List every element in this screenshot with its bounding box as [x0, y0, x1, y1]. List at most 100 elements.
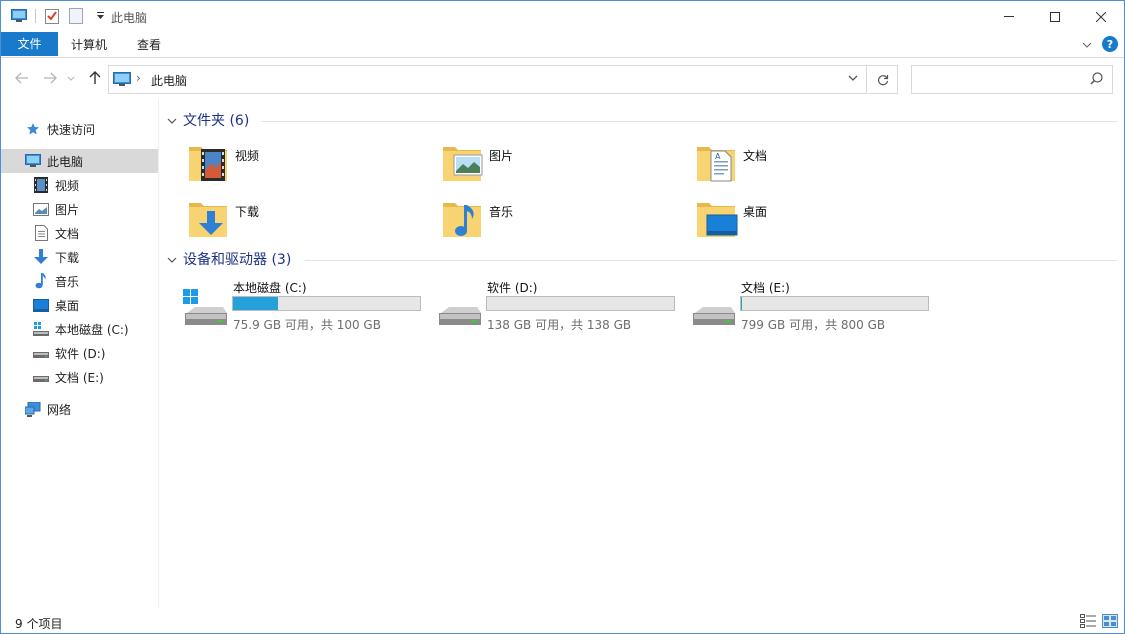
- quick-access-toolbar: [9, 7, 114, 25]
- drive-free-space: 75.9 GB 可用，共 100 GB: [233, 318, 381, 332]
- forward-arrow-icon[interactable]: [41, 69, 59, 87]
- drive-icon: [435, 289, 483, 329]
- music-folder-icon: [441, 197, 485, 241]
- drive-name: 软件 (D:): [487, 281, 538, 295]
- details-view-icon[interactable]: [1080, 614, 1096, 628]
- tab-view[interactable]: 查看: [125, 34, 173, 56]
- refresh-button[interactable]: [868, 65, 898, 94]
- folder-tile-downloads[interactable]: 下载: [163, 197, 413, 247]
- sidebar-item-label: 视频: [55, 178, 80, 193]
- folder-tile-videos[interactable]: 视频: [163, 141, 413, 191]
- drive-free-space: 138 GB 可用，共 138 GB: [487, 318, 632, 332]
- sidebar-item-quick-access[interactable]: 快速访问: [1, 117, 158, 141]
- group-divider: [261, 121, 1117, 122]
- minimize-button[interactable]: [986, 1, 1032, 32]
- drive-icon: [33, 369, 49, 385]
- sidebar-item-pictures[interactable]: 图片: [1, 197, 158, 221]
- sidebar-item-label: 软件 (D:): [55, 346, 106, 361]
- help-icon[interactable]: ?: [1102, 36, 1118, 52]
- folder-name: 文档: [743, 149, 768, 163]
- recent-locations-chevron-icon[interactable]: [65, 69, 77, 87]
- sidebar-item-music[interactable]: 音乐: [1, 269, 158, 293]
- drive-free-space: 799 GB 可用，共 800 GB: [741, 318, 886, 332]
- drive-icon: [33, 345, 49, 361]
- view-switcher: [1080, 614, 1118, 628]
- new-folder-icon[interactable]: [66, 7, 86, 25]
- sidebar-item-desktop[interactable]: 桌面: [1, 293, 158, 317]
- music-icon: [33, 273, 49, 289]
- folder-name: 下载: [235, 205, 260, 219]
- svg-text:A: A: [715, 152, 721, 161]
- tab-file[interactable]: 文件: [1, 32, 58, 56]
- capacity-bar: [740, 296, 929, 311]
- address-bar[interactable]: › 此电脑: [108, 65, 867, 94]
- folder-tile-pictures[interactable]: 图片: [417, 141, 667, 191]
- group-title: 文件夹 (6): [183, 113, 250, 129]
- sidebar-item-label: 此电脑: [47, 154, 84, 169]
- group-header-drives[interactable]: 设备和驱动器 (3): [167, 249, 291, 269]
- windows-drive-icon: [33, 321, 49, 337]
- sidebar-item-label: 图片: [55, 202, 80, 217]
- expand-ribbon-icon[interactable]: [1082, 37, 1092, 51]
- breadcrumb[interactable]: 此电脑: [151, 72, 187, 89]
- navigation-pane: 快速访问 此电脑 视频 图片 文档 下载 音乐 桌面 本地磁盘 (C:) 软件 …: [1, 99, 159, 609]
- sidebar-item-downloads[interactable]: 下载: [1, 245, 158, 269]
- documents-icon: [33, 225, 49, 241]
- folder-name: 桌面: [743, 205, 768, 219]
- group-header-folders[interactable]: 文件夹 (6): [167, 110, 249, 130]
- sidebar-item-drive-d[interactable]: 软件 (D:): [1, 341, 158, 365]
- back-arrow-icon[interactable]: [13, 69, 31, 87]
- drive-name: 文档 (E:): [741, 281, 790, 295]
- large-icons-view-icon[interactable]: [1102, 614, 1118, 628]
- customize-qat-dropdown-icon[interactable]: [90, 7, 110, 25]
- desktop-folder-icon: [695, 197, 739, 241]
- breadcrumb-chevron-icon[interactable]: ›: [136, 71, 141, 85]
- content-area: 文件夹 (6) 视频 图片 A 文档 下载 音乐 桌面 设备和驱动器 (3) 本…: [161, 99, 1123, 609]
- address-dropdown-icon[interactable]: [848, 71, 858, 84]
- explorer-window: 此电脑 文件 计算机 查看 ? › 此电脑 快速访问 此电脑 视频 图片 文档 …: [0, 0, 1125, 634]
- sidebar-item-this-pc[interactable]: 此电脑: [1, 149, 158, 173]
- capacity-bar-fill: [233, 297, 279, 310]
- caption-buttons: [986, 1, 1124, 32]
- sidebar-item-label: 文档: [55, 226, 80, 241]
- properties-icon[interactable]: [42, 7, 62, 25]
- sidebar-item-label: 快速访问: [47, 122, 96, 137]
- sidebar-item-videos[interactable]: 视频: [1, 173, 158, 197]
- tab-computer[interactable]: 计算机: [59, 34, 119, 56]
- collapse-chevron-icon[interactable]: [167, 114, 183, 127]
- drive-tile-c[interactable]: 本地磁盘 (C:) 75.9 GB 可用，共 100 GB: [161, 279, 421, 333]
- video-icon: [33, 177, 49, 193]
- navigation-bar: › 此电脑: [1, 59, 1124, 99]
- sidebar-item-drive-e[interactable]: 文档 (E:): [1, 365, 158, 389]
- network-icon: [25, 401, 41, 417]
- computer-icon[interactable]: [9, 7, 29, 25]
- folder-tile-documents[interactable]: A 文档: [671, 141, 921, 191]
- ribbon-tabs: 文件 计算机 查看 ?: [1, 32, 1124, 58]
- up-arrow-icon[interactable]: [86, 69, 104, 87]
- sidebar-item-network[interactable]: 网络: [1, 397, 158, 421]
- pictures-folder-icon: [441, 141, 485, 185]
- folder-tile-music[interactable]: 音乐: [417, 197, 667, 247]
- computer-icon: [113, 72, 131, 90]
- toolbar-divider: [35, 9, 36, 23]
- ribbon-right-controls: ?: [1082, 36, 1118, 52]
- drive-tile-e[interactable]: 文档 (E:) 799 GB 可用，共 800 GB: [669, 279, 929, 333]
- download-icon: [33, 249, 49, 265]
- close-button[interactable]: [1078, 1, 1124, 32]
- drive-tile-d[interactable]: 软件 (D:) 138 GB 可用，共 138 GB: [415, 279, 675, 333]
- capacity-bar: [232, 296, 421, 311]
- search-icon[interactable]: [1090, 72, 1103, 88]
- maximize-button[interactable]: [1032, 1, 1078, 32]
- sidebar-item-label: 桌面: [55, 298, 80, 313]
- search-input[interactable]: [911, 65, 1113, 94]
- sidebar-item-documents[interactable]: 文档: [1, 221, 158, 245]
- group-title: 设备和驱动器 (3): [183, 252, 292, 268]
- sidebar-item-label: 文档 (E:): [55, 370, 104, 385]
- sidebar-item-label: 网络: [47, 402, 72, 417]
- download-folder-icon: [187, 197, 231, 241]
- capacity-bar: [486, 296, 675, 311]
- folder-tile-desktop[interactable]: 桌面: [671, 197, 921, 247]
- collapse-chevron-icon[interactable]: [167, 253, 183, 266]
- windows-drive-icon: [181, 289, 229, 329]
- sidebar-item-drive-c[interactable]: 本地磁盘 (C:): [1, 317, 158, 341]
